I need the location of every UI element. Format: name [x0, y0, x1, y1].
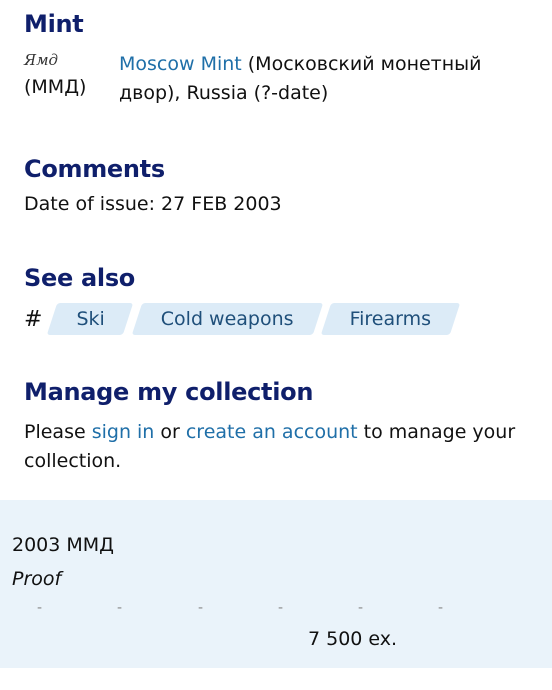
issue-year-mint: 2003 ММД — [12, 534, 115, 556]
moscow-mint-link[interactable]: Moscow Mint — [119, 53, 242, 75]
grade-value: - — [198, 600, 204, 616]
see-also-heading: See also — [24, 264, 135, 292]
tag-list: # Ski Cold weapons Firearms — [24, 302, 532, 336]
sign-in-link[interactable]: sign in — [92, 421, 155, 443]
see-also-section: See also # Ski Cold weapons Firearms — [24, 264, 532, 336]
manage-text-mid: or — [154, 421, 186, 443]
comments-heading: Comments — [24, 155, 165, 183]
manage-text: Please sign in or create an account to m… — [24, 418, 532, 476]
issue-panel: 2003 ММД Proof - - - - - - 7 500 ex. — [0, 500, 552, 668]
manage-collection-section: Manage my collection Please sign in or c… — [24, 378, 532, 476]
mint-row: Ямд (ММД) Moscow Mint (Московский монетн… — [24, 50, 532, 110]
mint-mark-icon: Ямд — [24, 51, 59, 69]
mint-section: Mint Ямд (ММД) Moscow Mint (Московский м… — [24, 10, 532, 110]
manage-heading: Manage my collection — [24, 378, 314, 406]
mint-mark-code: (ММД) — [24, 76, 87, 98]
mint-heading: Mint — [24, 10, 84, 38]
grade-value: - — [358, 600, 364, 616]
tag-firearms[interactable]: Firearms — [326, 303, 455, 335]
grade-value: - — [438, 600, 444, 616]
issue-mintage: 7 500 ex. — [308, 628, 398, 650]
comments-text: Date of issue: 27 FEB 2003 — [24, 193, 282, 215]
comments-section: Comments Date of issue: 27 FEB 2003 — [24, 155, 532, 215]
hash-icon: # — [24, 306, 43, 332]
tag-cold-weapons[interactable]: Cold weapons — [137, 303, 318, 335]
tag-ski[interactable]: Ski — [52, 303, 128, 335]
grade-value: - — [278, 600, 284, 616]
mint-description: Moscow Mint (Московский монетный двор), … — [119, 50, 532, 108]
grade-values: - - - - - - — [0, 600, 552, 616]
manage-text-pre: Please — [24, 421, 92, 443]
grade-value: - — [117, 600, 123, 616]
issue-variety: Proof — [12, 568, 62, 590]
grade-value: - — [37, 600, 43, 616]
create-account-link[interactable]: create an account — [186, 421, 358, 443]
mint-mark: Ямд (ММД) — [24, 50, 114, 102]
